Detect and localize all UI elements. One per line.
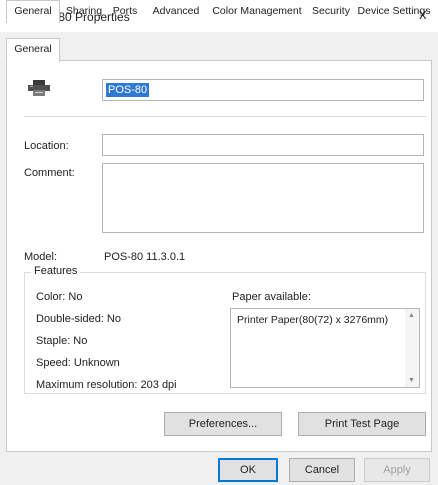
ok-button[interactable]: OK <box>218 458 278 482</box>
feature-speed: Speed: Unknown <box>36 357 120 369</box>
feature-double-sided: Double-sided: No <box>36 313 121 325</box>
tab-advanced[interactable]: Advanced <box>146 2 206 20</box>
tab-security[interactable]: Security <box>307 2 355 20</box>
tab-sharing[interactable]: Sharing <box>62 2 106 20</box>
model-label: Model: <box>24 251 58 263</box>
preferences-button[interactable]: Preferences... <box>164 412 282 436</box>
paper-available-label: Paper available: <box>232 291 311 303</box>
tab-device-settings[interactable]: Device Settings <box>356 2 432 20</box>
paper-list-scrollbar[interactable]: ▲ ▼ <box>405 309 419 387</box>
cancel-button[interactable]: Cancel <box>289 458 355 482</box>
feature-staple: Staple: No <box>36 335 88 347</box>
printer-name-value: POS-80 <box>106 83 150 97</box>
apply-button[interactable]: Apply <box>364 458 430 482</box>
location-label: Location: <box>24 140 69 152</box>
comment-label: Comment: <box>24 167 75 179</box>
paper-list[interactable]: Printer Paper(80(72) x 3276mm) ▲ ▼ <box>230 308 420 388</box>
feature-max-resolution: Maximum resolution: 203 dpi <box>36 379 177 391</box>
scroll-down-icon[interactable]: ▼ <box>408 377 415 384</box>
comment-field[interactable] <box>102 163 424 233</box>
tab-ports[interactable]: Ports <box>108 2 142 20</box>
model-value: POS-80 11.3.0.1 <box>104 251 186 263</box>
tab-general[interactable]: General <box>6 0 60 23</box>
tab-general-active[interactable]: General <box>6 38 60 63</box>
print-test-page-button[interactable]: Print Test Page <box>298 412 426 436</box>
printer-name-field[interactable]: POS-80 <box>102 79 424 101</box>
printer-large-icon <box>28 80 50 96</box>
feature-color: Color: No <box>36 291 83 303</box>
location-field[interactable] <box>102 134 424 156</box>
separator <box>24 116 426 117</box>
scroll-up-icon[interactable]: ▲ <box>408 312 415 319</box>
features-title: Features <box>31 265 81 277</box>
list-item[interactable]: Printer Paper(80(72) x 3276mm) <box>237 314 388 326</box>
tab-color-management[interactable]: Color Management <box>209 2 305 20</box>
